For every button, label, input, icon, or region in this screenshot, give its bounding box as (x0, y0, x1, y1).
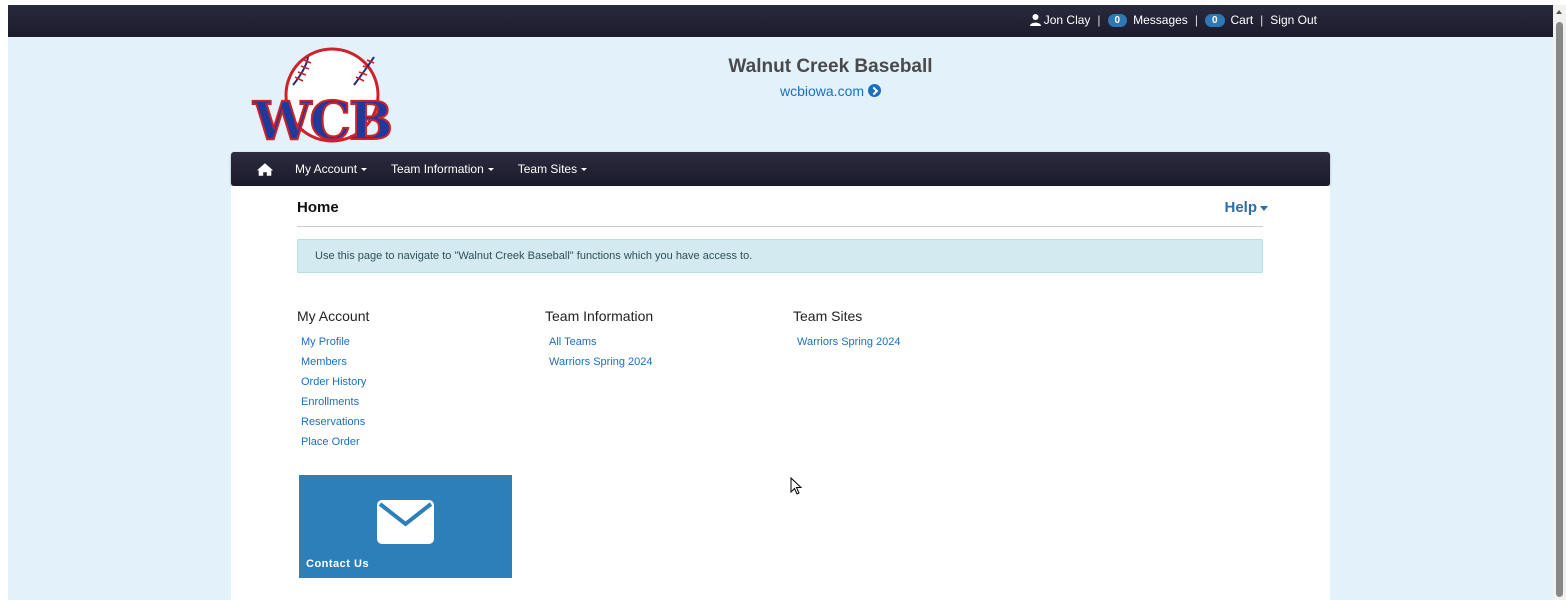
nav-my-account[interactable]: My Account (295, 162, 368, 176)
section-heading: Team Sites (793, 308, 863, 324)
members-link[interactable]: Members (301, 356, 347, 368)
list-item: Enrollments (301, 392, 369, 412)
section-team-sites: Team Sites Warriors Spring 2024 (793, 308, 901, 352)
link-list: My Profile Members Order History Enrollm… (297, 332, 369, 452)
list-item: Reservations (301, 412, 369, 432)
caret-down-icon (581, 167, 588, 171)
main-content: Home Help Use this page to navigate to "… (231, 186, 1330, 600)
site-title: Walnut Creek Baseball (728, 56, 933, 77)
order-history-link[interactable]: Order History (301, 376, 366, 388)
wcb-logo[interactable]: WCB (248, 47, 396, 153)
logo-lettering: WCB (252, 91, 391, 147)
caret-down-icon (1260, 206, 1268, 211)
link-list: All Teams Warriors Spring 2024 (545, 332, 653, 372)
nav-label: My Account (295, 162, 358, 176)
nav-label: Team Sites (517, 162, 578, 176)
reservations-link[interactable]: Reservations (301, 416, 365, 428)
info-alert: Use this page to navigate to "Walnut Cre… (297, 239, 1263, 273)
home-icon[interactable] (256, 161, 276, 177)
site-url-link[interactable]: wcbiowa.com (780, 83, 864, 99)
separator: | (1260, 13, 1264, 27)
sign-out-link[interactable]: Sign Out (1270, 13, 1317, 27)
browser-viewport: Jon Clay | 0 Messages | 0 Cart | Sign Ou… (8, 5, 1553, 600)
list-item: Warriors Spring 2024 (549, 352, 653, 372)
main-navbar: My Account Team Information Team Sites (231, 152, 1330, 186)
user-icon (1029, 14, 1041, 26)
section-team-information: Team Information All Teams Warriors Spri… (545, 308, 653, 372)
place-order-link[interactable]: Place Order (301, 436, 360, 448)
caret-down-icon (487, 167, 494, 171)
list-item: Place Order (301, 432, 369, 452)
title-divider (297, 226, 1263, 227)
list-item: My Profile (301, 332, 369, 352)
my-profile-link[interactable]: My Profile (301, 336, 350, 348)
help-label: Help (1224, 199, 1257, 216)
enrollments-link[interactable]: Enrollments (301, 396, 359, 408)
chevron-right-circle-icon[interactable] (868, 84, 882, 97)
user-name-link[interactable]: Jon Clay (1044, 13, 1091, 27)
all-teams-link[interactable]: All Teams (549, 336, 596, 348)
contact-us-label: Contact Us (306, 558, 370, 570)
link-list: Warriors Spring 2024 (793, 332, 901, 352)
messages-count-badge: 0 (1107, 13, 1128, 27)
nav-team-sites[interactable]: Team Sites (517, 162, 588, 176)
section-heading: Team Information (545, 308, 654, 324)
top-bar: Jon Clay | 0 Messages | 0 Cart | Sign Ou… (8, 5, 1553, 37)
top-bar-user-menu: Jon Clay | 0 Messages | 0 Cart | Sign Ou… (1029, 13, 1317, 27)
nav-label: Team Information (391, 162, 484, 176)
list-item: Warriors Spring 2024 (797, 332, 901, 352)
team-site-warriors-link[interactable]: Warriors Spring 2024 (797, 336, 901, 348)
vertical-scrollbar[interactable] (1553, 5, 1566, 600)
contact-us-tile[interactable]: Contact Us (299, 475, 512, 578)
list-item: All Teams (549, 332, 653, 352)
cart-link[interactable]: Cart (1231, 13, 1254, 27)
help-dropdown[interactable]: Help (1224, 199, 1268, 216)
baseball-logo-graphic: WCB (251, 47, 394, 153)
separator: | (1097, 13, 1101, 27)
page-title: Home (297, 199, 339, 216)
messages-link[interactable]: Messages (1133, 13, 1188, 27)
envelope-icon (377, 500, 434, 544)
list-item: Order History (301, 372, 369, 392)
caret-down-icon (361, 167, 368, 171)
scrollbar-thumb[interactable] (1556, 22, 1563, 597)
site-url-row: wcbiowa.com (608, 83, 1053, 99)
cart-count-badge: 0 (1204, 13, 1225, 27)
team-info-warriors-link[interactable]: Warriors Spring 2024 (549, 356, 653, 368)
mouse-cursor-icon (790, 477, 802, 495)
section-heading: My Account (297, 308, 370, 324)
separator: | (1194, 13, 1198, 27)
scroll-up-arrow-icon[interactable] (1556, 10, 1562, 14)
nav-team-information[interactable]: Team Information (391, 162, 494, 176)
list-item: Members (301, 352, 369, 372)
section-my-account: My Account My Profile Members Order Hist… (297, 308, 369, 452)
